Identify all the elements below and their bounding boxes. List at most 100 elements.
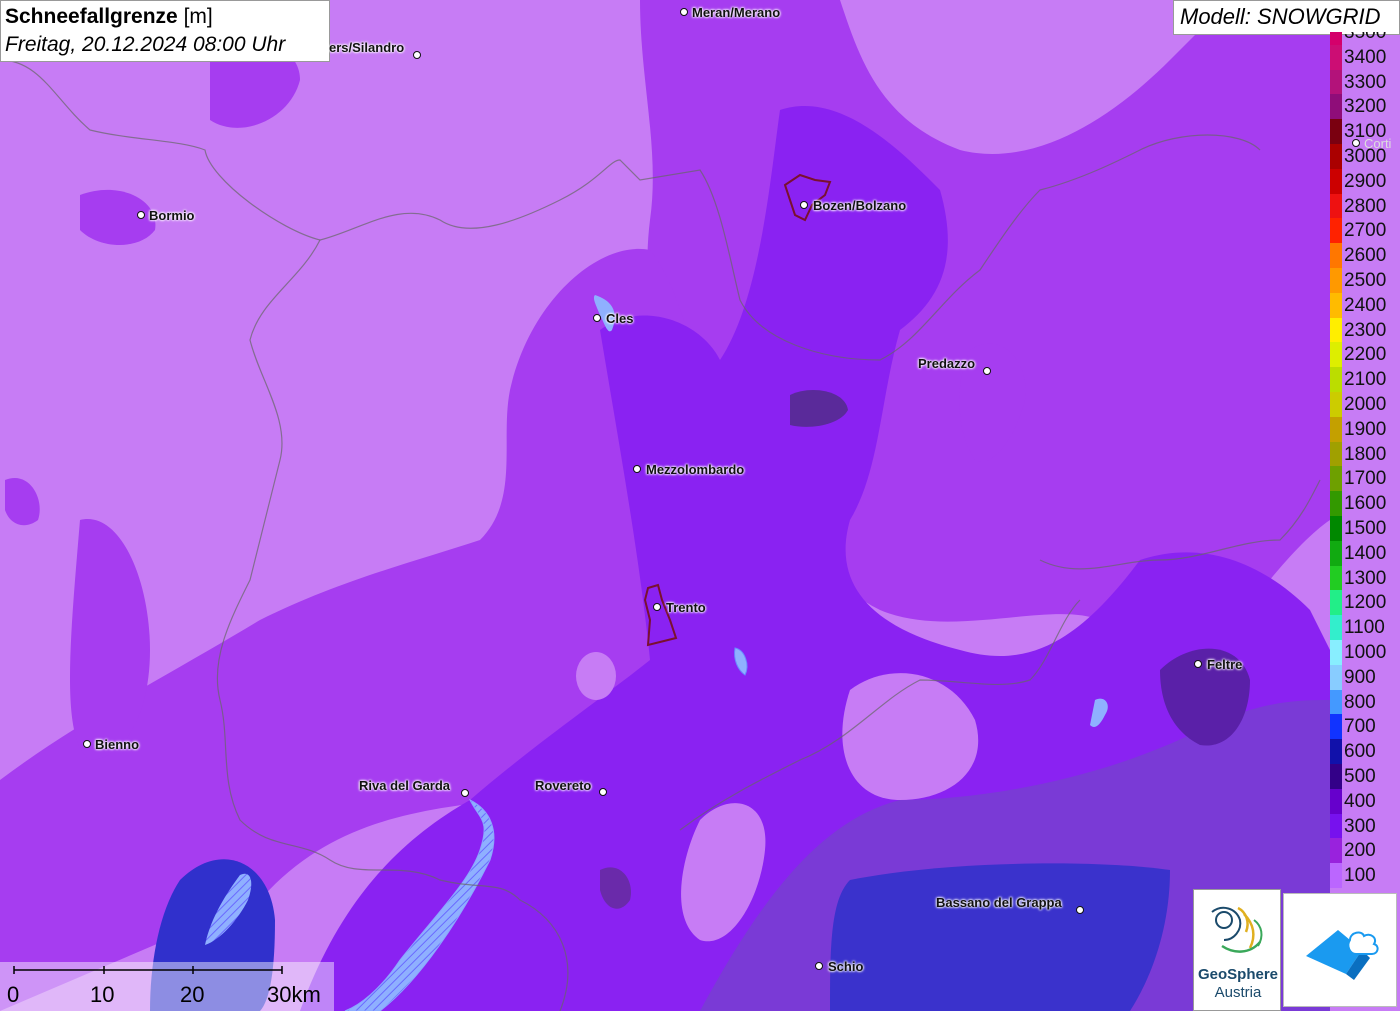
- city-marker[interactable]: [653, 603, 661, 611]
- legend-swatch: [1330, 863, 1342, 888]
- legend-row-3400: 3400: [1328, 44, 1400, 70]
- geosphere-emblem-icon: [1211, 906, 1263, 953]
- scale-label-10: 10: [90, 982, 115, 1007]
- city-label[interactable]: Bassano del Grappa: [936, 895, 1062, 910]
- city-label[interactable]: Corti: [1364, 136, 1391, 151]
- legend-label: 1400: [1344, 542, 1387, 564]
- legend-row-1400: 1400: [1328, 540, 1400, 566]
- legend-swatch: [1330, 44, 1342, 70]
- city-label[interactable]: Riva del Garda: [359, 778, 450, 793]
- legend-row-600: 600: [1328, 739, 1400, 764]
- city-label[interactable]: Bienno: [95, 737, 139, 752]
- map-subtitle: Freitag, 20.12.2024 08:00 Uhr: [5, 33, 286, 56]
- legend-label: 1300: [1344, 567, 1387, 589]
- legend-label: 3300: [1344, 71, 1387, 93]
- city-label[interactable]: Bozen/Bolzano: [813, 198, 906, 213]
- legend-swatch: [1330, 392, 1342, 417]
- map-title-box: Schneefallgrenze [m] Freitag, 20.12.2024…: [0, 0, 330, 62]
- geosphere-logo[interactable]: GeoSphere Austria: [1193, 889, 1281, 1011]
- city-label[interactable]: Meran/Merano: [692, 5, 780, 20]
- city-label[interactable]: Cles: [606, 311, 633, 326]
- legend-row-700: 700: [1328, 714, 1400, 740]
- legend-row-500: 500: [1328, 764, 1400, 789]
- city-marker[interactable]: [599, 788, 607, 796]
- city-label[interactable]: Feltre: [1207, 657, 1242, 672]
- legend-label: 2300: [1344, 319, 1387, 341]
- island-trento-sw: [576, 652, 616, 700]
- legend-label: 2600: [1344, 245, 1387, 267]
- city-marker[interactable]: [461, 789, 469, 797]
- legend-label: 400: [1344, 790, 1376, 812]
- legend-label: 2900: [1344, 170, 1387, 192]
- legend-swatch: [1330, 788, 1342, 814]
- legend-swatch: [1330, 292, 1342, 318]
- city-marker[interactable]: [815, 962, 823, 970]
- city-label[interactable]: Predazzo: [918, 356, 975, 371]
- city-label[interactable]: Trento: [666, 600, 706, 615]
- city-label[interactable]: ers/Silandro: [329, 40, 404, 55]
- city-marker[interactable]: [83, 740, 91, 748]
- scale-label-30km: 30km: [267, 982, 321, 1007]
- city-label[interactable]: Bormio: [149, 208, 195, 223]
- legend-row-2200: 2200: [1328, 342, 1400, 368]
- legend-label: 1000: [1344, 642, 1387, 663]
- city-marker[interactable]: [137, 211, 145, 219]
- legend-label: 3200: [1344, 96, 1387, 118]
- title-unit: [m]: [183, 5, 213, 28]
- city-marker[interactable]: [1194, 660, 1202, 668]
- legend-swatch: [1330, 491, 1342, 516]
- geosphere-name: GeoSphere: [1197, 966, 1279, 983]
- city-marker[interactable]: [633, 465, 641, 473]
- city-marker[interactable]: [413, 51, 421, 59]
- legend-label: 2700: [1344, 220, 1387, 242]
- city-marker[interactable]: [1352, 139, 1360, 147]
- legend-label: 600: [1344, 741, 1376, 763]
- legend-row-3500: 3500: [1328, 32, 1400, 45]
- map-title: Schneefallgrenze [m]: [5, 3, 325, 31]
- legend-swatch: [1330, 317, 1342, 343]
- legend-swatch: [1330, 764, 1342, 789]
- legend-label: 1100: [1344, 617, 1385, 639]
- legend-swatch: [1330, 441, 1342, 467]
- geosphere-sub: Austria: [1214, 984, 1262, 1001]
- legend-label: 900: [1344, 666, 1376, 688]
- scale-bar: 0 10 20 30km: [0, 962, 334, 1011]
- city-marker[interactable]: [800, 201, 808, 209]
- legend-row-2500: 2500: [1328, 268, 1400, 293]
- city-marker[interactable]: [593, 314, 601, 322]
- legend-row-800: 800: [1328, 689, 1400, 715]
- legend-label: 2200: [1344, 344, 1387, 366]
- legend-label: 2500: [1344, 270, 1387, 291]
- snowfall-map[interactable]: [0, 0, 1400, 1011]
- legend-swatch: [1330, 838, 1342, 864]
- legend-label: 2800: [1344, 195, 1387, 217]
- app-logo[interactable]: [1283, 893, 1397, 1007]
- legend-label: 300: [1344, 815, 1376, 837]
- legend-swatch: [1330, 168, 1342, 194]
- city-label[interactable]: Mezzolombardo: [646, 462, 744, 477]
- city-marker[interactable]: [983, 367, 991, 375]
- legend-label: 1200: [1344, 592, 1387, 614]
- legend-swatch: [1330, 342, 1342, 368]
- legend-label: 100: [1344, 865, 1376, 887]
- legend-label: 3500: [1344, 32, 1387, 43]
- legend-swatch: [1330, 615, 1342, 640]
- city-label[interactable]: Schio: [828, 959, 863, 974]
- city-label[interactable]: Rovereto: [535, 778, 591, 793]
- legend-row-2700: 2700: [1328, 218, 1400, 244]
- legend-row-2400: 2400: [1328, 292, 1400, 318]
- legend-label: 1900: [1344, 418, 1387, 440]
- legend-row-1600: 1600: [1328, 491, 1400, 516]
- legend-label: 2000: [1344, 394, 1387, 415]
- city-marker[interactable]: [680, 8, 688, 16]
- legend-row-2300: 2300: [1328, 317, 1400, 343]
- legend-swatch: [1330, 416, 1342, 442]
- legend-row-2600: 2600: [1328, 243, 1400, 268]
- legend-swatch: [1330, 640, 1342, 665]
- legend-label: 2100: [1344, 369, 1387, 391]
- legend-row-1100: 1100: [1328, 615, 1400, 640]
- city-marker[interactable]: [1076, 906, 1084, 914]
- legend-row-2800: 2800: [1328, 193, 1400, 219]
- legend-label: 1600: [1344, 493, 1387, 515]
- legend-label: 2400: [1344, 294, 1387, 316]
